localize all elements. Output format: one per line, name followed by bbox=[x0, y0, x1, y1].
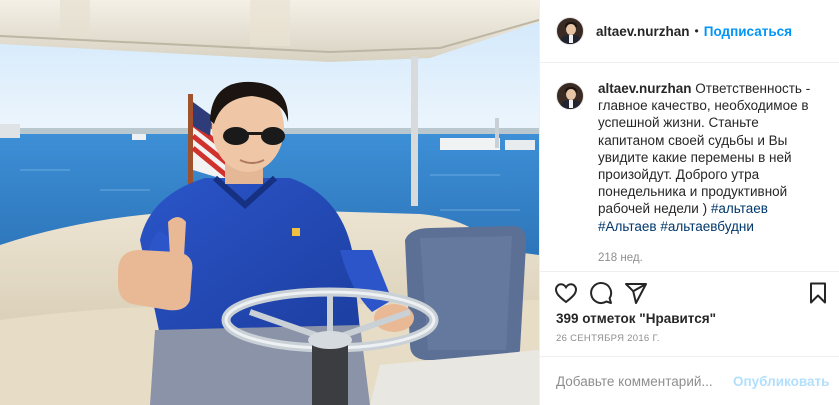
caption-age[interactable]: 218 нед. bbox=[598, 250, 824, 267]
post-photo[interactable] bbox=[0, 0, 539, 405]
comment-icon[interactable] bbox=[589, 281, 613, 305]
hashtag-link[interactable]: #Альтаев bbox=[598, 219, 657, 234]
publish-button[interactable]: Опубликовать bbox=[733, 374, 829, 389]
caption-avatar[interactable] bbox=[556, 82, 584, 110]
follow-button[interactable]: Подписаться bbox=[704, 24, 792, 39]
actions-bar bbox=[540, 271, 839, 307]
caption-username[interactable]: altaev.nurzhan bbox=[598, 81, 692, 96]
separator-dot: • bbox=[694, 24, 699, 38]
likes-count[interactable]: 399 отметок "Нравится" bbox=[556, 311, 716, 326]
post-caption: altaev.nurzhan Ответственность - главное… bbox=[556, 80, 826, 267]
comment-bar: Опубликовать bbox=[540, 356, 839, 405]
caption-text: Ответственность - главное качество, необ… bbox=[598, 81, 811, 217]
bookmark-icon[interactable] bbox=[806, 281, 830, 305]
post-header: altaev.nurzhan • Подписаться bbox=[540, 0, 839, 63]
instagram-post: altaev.nurzhan • Подписаться altaev.nurz… bbox=[0, 0, 839, 405]
heart-icon[interactable] bbox=[554, 281, 578, 305]
author-avatar[interactable] bbox=[556, 17, 584, 45]
comment-input[interactable] bbox=[556, 373, 733, 389]
hashtag-link[interactable]: #альтаевбудни bbox=[660, 219, 754, 234]
post-date[interactable]: 26 СЕНТЯБРЯ 2016 Г. bbox=[556, 333, 660, 344]
author-username[interactable]: altaev.nurzhan bbox=[596, 24, 690, 39]
boat-photo-illustration bbox=[0, 0, 539, 405]
post-side-panel: altaev.nurzhan • Подписаться altaev.nurz… bbox=[539, 0, 839, 405]
paper-plane-icon[interactable] bbox=[624, 281, 648, 305]
caption-body: altaev.nurzhan Ответственность - главное… bbox=[598, 80, 824, 267]
hashtag-link[interactable]: #альтаев bbox=[711, 201, 768, 216]
